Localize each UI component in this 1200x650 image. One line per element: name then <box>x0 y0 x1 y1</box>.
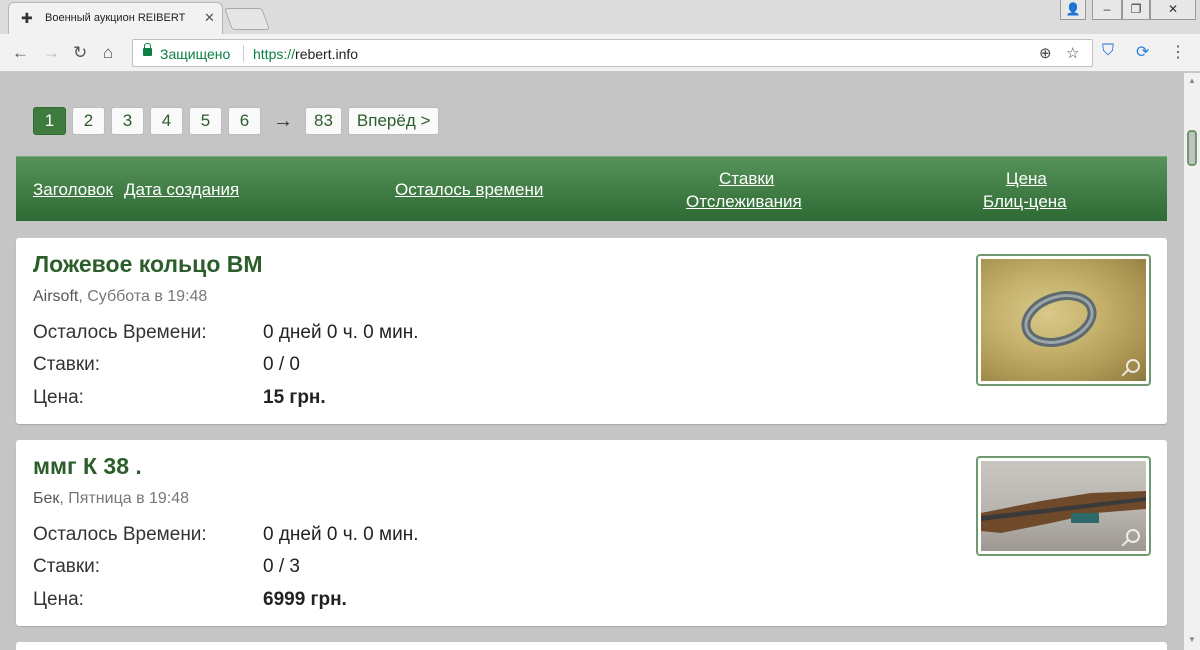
restore-icon[interactable]: ❐ <box>1122 0 1150 20</box>
forward-icon[interactable]: → <box>43 43 60 63</box>
price-label: Цена: <box>33 387 84 408</box>
page-3-button[interactable]: 3 <box>111 107 144 135</box>
scrollbar-thumb[interactable] <box>1187 130 1197 166</box>
sort-watch-link[interactable]: Отслеживания <box>686 192 802 212</box>
pagination: 1 2 3 4 5 6 → 83 Вперёд > <box>33 107 445 135</box>
page-1-button[interactable]: 1 <box>33 107 66 135</box>
lot-meta: Airsoft, Суббота в 19:48 <box>33 288 208 305</box>
rifle-image <box>981 491 1146 533</box>
sort-bids-link[interactable]: Ставки <box>719 169 774 189</box>
zoom-icon[interactable]: ⊕ <box>1039 44 1052 62</box>
price-value: 15 грн. <box>263 387 326 408</box>
bids-label: Ставки: <box>33 354 101 375</box>
minimize-icon[interactable]: – <box>1092 0 1122 20</box>
created-date: Суббота в 19:48 <box>87 288 208 305</box>
pager-arrow: → <box>273 109 293 132</box>
page-5-button[interactable]: 5 <box>189 107 222 135</box>
page-scrollbar[interactable]: ▲ ▼ <box>1184 73 1200 650</box>
bids-value: 0 / 0 <box>263 354 300 375</box>
lot-meta: Бек, Пятница в 19:48 <box>33 490 190 507</box>
browser-tab[interactable]: ✚ Военный аукцион REIBERT ✕ <box>8 2 223 34</box>
address-bar[interactable]: Защищено https://rebert.info ⊕ ☆ <box>132 39 1093 67</box>
lot-thumbnail[interactable] <box>976 456 1151 556</box>
last-page-button[interactable]: 83 <box>305 107 342 135</box>
lot-card: Ложевое кольцо ВМ Airsoft, Суббота в 19:… <box>16 238 1167 424</box>
secure-label: Защищено <box>160 46 231 62</box>
close-window-icon[interactable]: ✕ <box>1150 0 1196 20</box>
time-left-value: 0 дней 0 ч. 0 мин. <box>263 524 419 545</box>
scroll-up-icon[interactable]: ▲ <box>1188 76 1196 85</box>
created-date: Пятница в 19:48 <box>68 490 190 507</box>
page-content: 1 2 3 4 5 6 → 83 Вперёд > Заголовок Дата… <box>0 73 1184 650</box>
magnifier-icon <box>1126 359 1140 373</box>
back-icon[interactable]: ← <box>12 43 29 63</box>
bids-label: Ставки: <box>33 556 101 577</box>
time-left-value: 0 дней 0 ч. 0 мин. <box>263 322 419 343</box>
sort-price-link[interactable]: Цена <box>1006 169 1047 189</box>
lot-card: ммг К 38 . Бек, Пятница в 19:48 Осталось… <box>16 440 1167 626</box>
profile-icon[interactable]: 👤 <box>1060 0 1086 20</box>
sort-date-link[interactable]: Дата создания <box>124 180 239 200</box>
close-tab-icon[interactable]: ✕ <box>204 10 215 26</box>
bookmark-star-icon[interactable]: ☆ <box>1066 44 1079 62</box>
bids-value: 0 / 3 <box>263 556 300 577</box>
home-icon[interactable]: ⌂ <box>103 43 113 63</box>
seller-link[interactable]: Airsoft <box>33 288 78 305</box>
sort-header: Заголовок Дата создания Осталось времени… <box>16 156 1167 221</box>
new-tab-button[interactable] <box>223 8 271 30</box>
lot-card-partial <box>16 642 1167 650</box>
lock-icon <box>143 43 152 56</box>
sync-extension-icon[interactable]: ⟳ <box>1136 42 1149 62</box>
reload-icon[interactable]: ↻ <box>73 43 87 63</box>
lot-title-link[interactable]: ммг К 38 . <box>33 453 142 480</box>
sort-time-left-link[interactable]: Осталось времени <box>395 180 543 200</box>
ring-image <box>1021 291 1097 347</box>
page-4-button[interactable]: 4 <box>150 107 183 135</box>
page-2-button[interactable]: 2 <box>72 107 105 135</box>
magnifier-icon <box>1126 529 1140 543</box>
price-label: Цена: <box>33 589 84 610</box>
browser-titlebar: ✚ Военный аукцион REIBERT ✕ 👤 – ❐ ✕ <box>0 0 1200 34</box>
seller-link[interactable]: Бек <box>33 490 59 507</box>
sort-title-link[interactable]: Заголовок <box>33 180 113 200</box>
menu-icon[interactable]: ⋮ <box>1170 42 1186 62</box>
lot-title-link[interactable]: Ложевое кольцо ВМ <box>33 251 263 278</box>
site-favicon-icon: ✚ <box>21 10 33 26</box>
tab-title: Военный аукцион REIBERT <box>45 12 186 24</box>
page-6-button[interactable]: 6 <box>228 107 261 135</box>
url-text[interactable]: https://rebert.info <box>253 46 358 62</box>
browser-toolbar: ← → ↻ ⌂ Защищено https://rebert.info ⊕ ☆… <box>0 34 1200 72</box>
sort-blitz-link[interactable]: Блиц-цена <box>983 192 1067 212</box>
time-left-label: Осталось Времени: <box>33 524 207 545</box>
scroll-down-icon[interactable]: ▼ <box>1188 635 1196 644</box>
time-left-label: Осталось Времени: <box>33 322 207 343</box>
lot-thumbnail[interactable] <box>976 254 1151 386</box>
price-value: 6999 грн. <box>263 589 347 610</box>
shield-extension-icon[interactable]: ⛉ <box>1102 42 1114 60</box>
next-page-button[interactable]: Вперёд > <box>347 107 440 135</box>
